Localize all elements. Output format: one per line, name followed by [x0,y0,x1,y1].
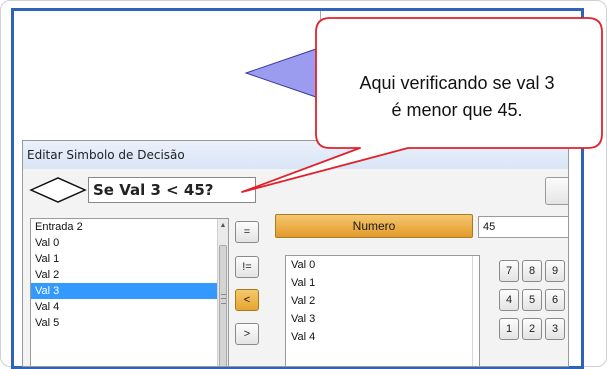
key-3[interactable]: 3 [545,318,565,340]
decision-expression-row: Se Val 3 < 45? [27,174,256,206]
list-item[interactable]: Entrada 2 [31,219,228,235]
scroll-up-arrow-icon[interactable]: ▲ [218,221,228,231]
list-item-selected[interactable]: Val 3 [31,283,228,299]
callout-text: Aqui verificando se val 3 é menor que 45… [312,70,602,124]
grip-icon [221,294,226,304]
expression-field[interactable]: Se Val 3 < 45? [88,177,256,203]
key-5[interactable]: 5 [522,289,542,311]
scroll-thumb[interactable] [219,245,227,366]
list-item[interactable]: Val 0 [31,235,228,251]
key-4[interactable]: 4 [499,289,519,311]
target-variable-list[interactable]: Val 0 Val 1 Val 2 Val 3 Val 4 [285,255,480,366]
greater-than-button[interactable]: > [235,323,259,345]
number-value-input[interactable]: 45 [478,216,568,238]
diamond-icon [29,177,87,203]
list-item[interactable]: Val 2 [286,292,479,310]
dialog-action-button[interactable] [545,177,568,205]
not-equals-button[interactable]: != [235,256,259,278]
list-item[interactable]: Val 3 [286,310,479,328]
list-item[interactable]: Val 0 [286,256,479,274]
variable-list[interactable]: Entrada 2 Val 0 Val 1 Val 2 Val 3 Val 4 … [30,218,229,366]
key-6[interactable]: 6 [545,289,565,311]
callout-line-2: é menor que 45. [391,100,523,120]
less-than-button[interactable]: < [235,289,259,311]
list-item[interactable]: Val 5 [31,315,228,331]
list-item[interactable]: Val 4 [31,299,228,315]
dialog-title: Editar Simbolo de Decisão [23,141,568,169]
edit-decision-dialog: Editar Simbolo de Decisão Se Val 3 < 45?… [22,140,569,367]
numero-button[interactable]: Numero [275,214,473,238]
key-2[interactable]: 2 [522,318,542,340]
key-9[interactable]: 9 [545,260,565,282]
variable-list-scrollbar[interactable]: ▲ [217,219,228,366]
list-item[interactable]: Val 4 [286,328,479,346]
key-8[interactable]: 8 [522,260,542,282]
key-1[interactable]: 1 [499,318,519,340]
key-7[interactable]: 7 [499,260,519,282]
callout-line-1: Aqui verificando se val 3 [359,73,555,93]
list-item[interactable]: Val 2 [31,267,228,283]
equals-button[interactable]: = [235,221,259,243]
list-item[interactable]: Val 1 [286,274,479,292]
list-item[interactable]: Val 1 [31,251,228,267]
